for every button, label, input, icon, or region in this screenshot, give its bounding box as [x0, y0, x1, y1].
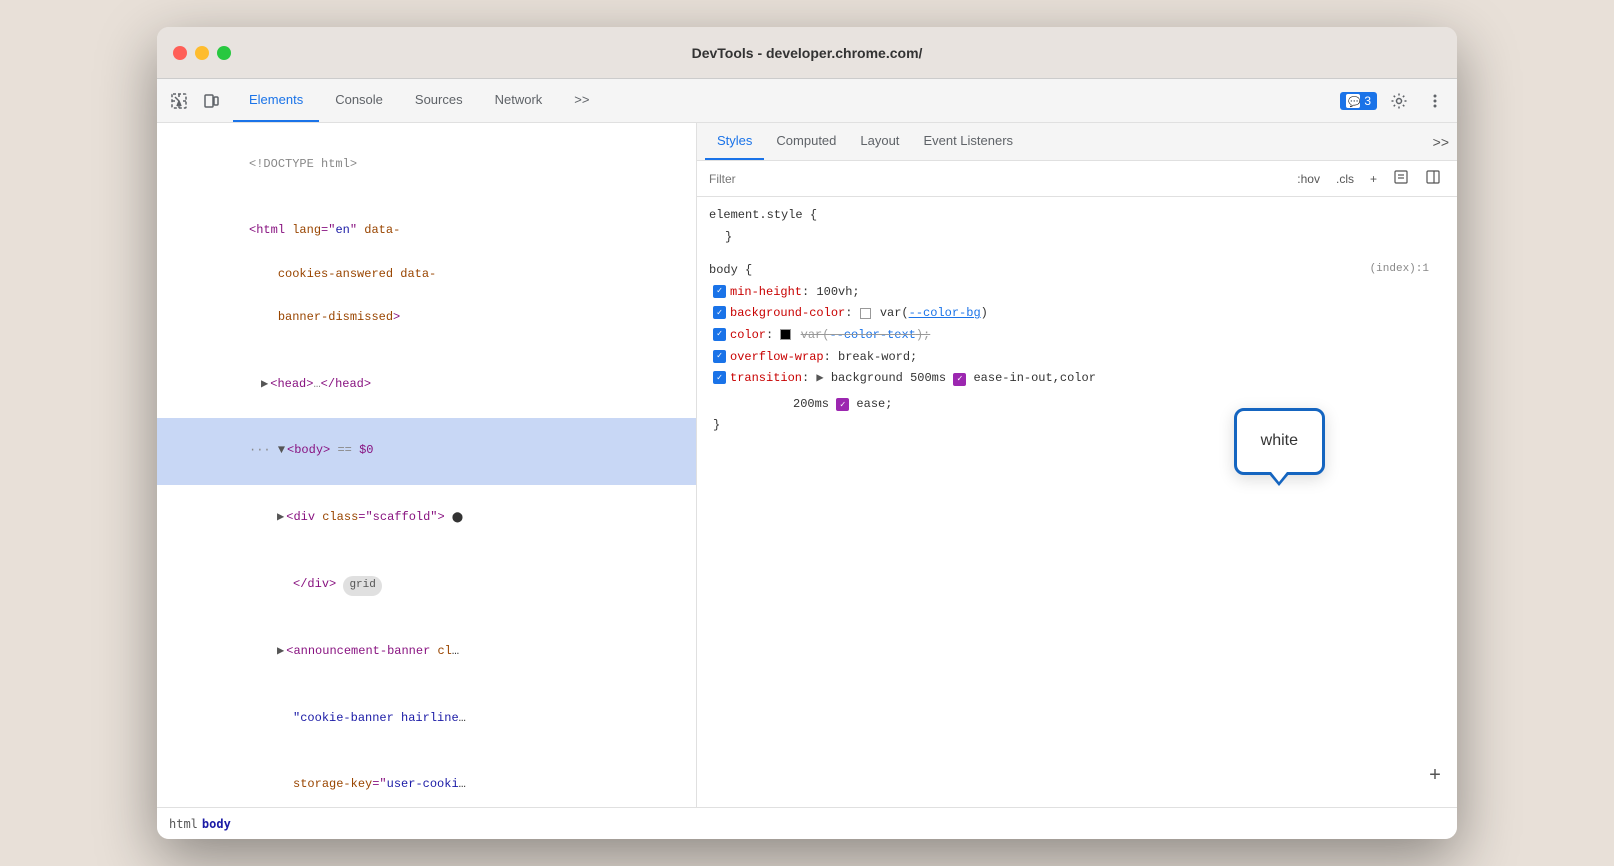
- css-color-row: color: var(--color-text);: [709, 325, 1445, 347]
- title-bar: DevTools - developer.chrome.com/: [157, 27, 1457, 79]
- html-body-line[interactable]: ··· ▼<body> == $0: [157, 418, 696, 485]
- main-content: <!DOCTYPE html> <html lang="en" data- co…: [157, 123, 1457, 807]
- breadcrumb-html[interactable]: html: [169, 817, 198, 831]
- element-style-rule: element.style { }: [709, 205, 1445, 248]
- css-transition-row: transition: ▶ background 500ms ease-in-o…: [709, 368, 1445, 415]
- html-ann-line3[interactable]: storage-key="user-cooki…: [157, 752, 696, 807]
- settings-icon[interactable]: [1385, 87, 1413, 115]
- toolbar-right: 💬 3: [1340, 87, 1449, 115]
- devtools-panel: Elements Console Sources Network >>: [157, 79, 1457, 839]
- body-selector[interactable]: body {: [709, 260, 752, 282]
- styles-tabs: Styles Computed Layout Event Listeners >…: [697, 123, 1457, 161]
- tab-more[interactable]: >>: [558, 79, 605, 122]
- add-rule-button[interactable]: +: [1429, 759, 1441, 795]
- transition-expand-icon[interactable]: ▶: [816, 371, 823, 385]
- transition-ease2-checkbox[interactable]: [836, 398, 849, 411]
- add-style-button[interactable]: +: [1366, 170, 1381, 188]
- close-button[interactable]: [173, 46, 187, 60]
- tab-computed[interactable]: Computed: [764, 123, 848, 160]
- styles-panel: Styles Computed Layout Event Listeners >…: [697, 123, 1457, 807]
- color-swatch-bg[interactable]: [860, 308, 871, 319]
- tab-console[interactable]: Console: [319, 79, 399, 122]
- hov-button[interactable]: :hov: [1293, 170, 1324, 188]
- html-tag-line[interactable]: <html lang="en" data- cookies-answered d…: [157, 198, 696, 351]
- overflow-wrap-checkbox[interactable]: [713, 350, 726, 363]
- element-style-selector: element.style {: [709, 205, 1445, 227]
- html-head-line[interactable]: ▶<head>…</head>: [157, 351, 696, 418]
- top-toolbar: Elements Console Sources Network >>: [157, 79, 1457, 123]
- maximize-button[interactable]: [217, 46, 231, 60]
- html-ann-line2[interactable]: "cookie-banner hairline…: [157, 685, 696, 752]
- css-content[interactable]: element.style { } body { (index):1: [697, 197, 1457, 807]
- color-popup-text: white: [1261, 432, 1298, 449]
- html-div-close-line[interactable]: </div> grid: [157, 551, 696, 618]
- tab-event-listeners[interactable]: Event Listeners: [911, 123, 1025, 160]
- breadcrumb-body[interactable]: body: [202, 817, 231, 831]
- body-rule: body { (index):1 min-height: 100vh;: [709, 260, 1445, 437]
- device-toolbar-icon[interactable]: [197, 87, 225, 115]
- elements-panel[interactable]: <!DOCTYPE html> <html lang="en" data- co…: [157, 123, 697, 807]
- more-options-icon[interactable]: [1421, 87, 1449, 115]
- html-doctype-line: <!DOCTYPE html>: [157, 131, 696, 198]
- min-height-checkbox[interactable]: [713, 285, 726, 298]
- tab-styles[interactable]: Styles: [705, 123, 764, 160]
- devtools-tabs: Elements Console Sources Network >>: [233, 79, 605, 122]
- transition-checkbox[interactable]: [713, 371, 726, 384]
- minimize-button[interactable]: [195, 46, 209, 60]
- issues-badge[interactable]: 💬 3: [1340, 92, 1377, 110]
- toggle-sidebar-button[interactable]: [1421, 167, 1445, 190]
- breadcrumb: html body: [157, 807, 1457, 839]
- styles-more-icon[interactable]: >>: [1433, 134, 1449, 150]
- filter-actions: :hov .cls +: [1293, 167, 1445, 190]
- devtools-window: DevTools - developer.chrome.com/: [157, 27, 1457, 839]
- color-swatch-text[interactable]: [780, 329, 791, 340]
- color-checkbox[interactable]: [713, 328, 726, 341]
- window-title: DevTools - developer.chrome.com/: [692, 45, 923, 61]
- inspect-icon[interactable]: [165, 87, 193, 115]
- svg-text:💬: 💬: [1348, 95, 1360, 108]
- css-overflow-wrap-row: overflow-wrap: break-word;: [709, 347, 1445, 369]
- filter-input[interactable]: [709, 172, 1285, 186]
- tab-layout[interactable]: Layout: [848, 123, 911, 160]
- add-style-rule-button[interactable]: [1389, 167, 1413, 190]
- html-div-scaffold-line[interactable]: ▶<div class="scaffold"> ⬤: [157, 485, 696, 552]
- cls-button[interactable]: .cls: [1332, 170, 1358, 188]
- filter-bar: :hov .cls +: [697, 161, 1457, 197]
- transition-ease-checkbox[interactable]: [953, 373, 966, 386]
- tab-network[interactable]: Network: [479, 79, 559, 122]
- css-min-height-row: min-height: 100vh;: [709, 282, 1445, 304]
- color-popup: white: [1234, 408, 1325, 475]
- css-background-color-row: background-color: var(--color-bg): [709, 303, 1445, 325]
- background-color-checkbox[interactable]: [713, 306, 726, 319]
- tab-elements[interactable]: Elements: [233, 79, 319, 122]
- traffic-lights: [173, 46, 231, 60]
- source-link[interactable]: (index):1: [1370, 260, 1429, 280]
- tab-sources[interactable]: Sources: [399, 79, 479, 122]
- html-ann-line1[interactable]: ▶<announcement-banner cl…: [157, 618, 696, 685]
